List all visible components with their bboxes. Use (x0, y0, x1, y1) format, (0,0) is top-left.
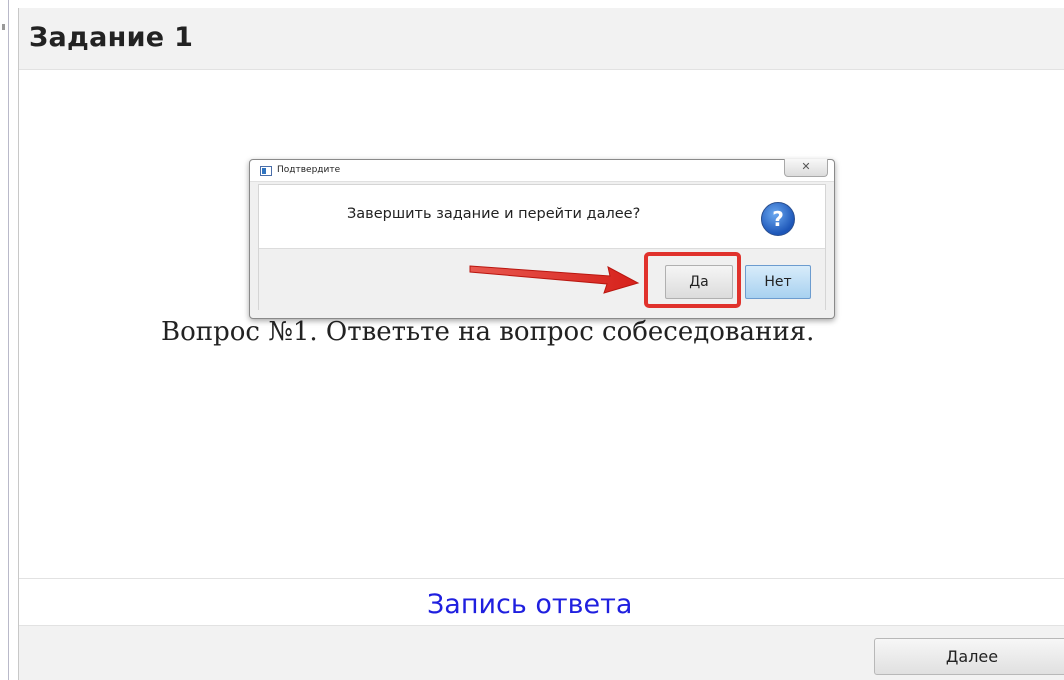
dialog-title: Подтвердите (277, 165, 341, 175)
close-icon[interactable]: ✕ (784, 159, 828, 177)
title-bar: Задание 1 (19, 8, 1064, 70)
question-area: Вопрос №1. Ответьте на вопрос собеседова… (19, 70, 1064, 578)
dialog-message-area: Завершить задание и перейти далее? ? (259, 185, 825, 249)
page-title: Задание 1 (29, 22, 194, 53)
dialog-titlebar: Подтвердите ✕ (250, 159, 834, 182)
next-button[interactable]: Далее (874, 638, 1064, 675)
left-edge-marker (2, 24, 5, 30)
question-text: Вопрос №1. Ответьте на вопрос собеседова… (161, 317, 815, 347)
dialog-message: Завершить задание и перейти далее? (347, 206, 641, 222)
footer: Далее (19, 626, 1064, 680)
arrow-right-icon (469, 265, 640, 294)
app-window-icon (260, 166, 272, 176)
no-button[interactable]: Нет (745, 265, 811, 299)
record-bar: Запись ответа (19, 578, 1064, 626)
highlight-box (644, 252, 741, 308)
screen: Задание 1 Вопрос №1. Ответьте на вопрос … (0, 0, 1064, 680)
left-divider (8, 0, 9, 680)
help-icon: ? (761, 202, 795, 236)
record-answer-link[interactable]: Запись ответа (427, 589, 632, 620)
task-window: Задание 1 Вопрос №1. Ответьте на вопрос … (18, 8, 1064, 680)
